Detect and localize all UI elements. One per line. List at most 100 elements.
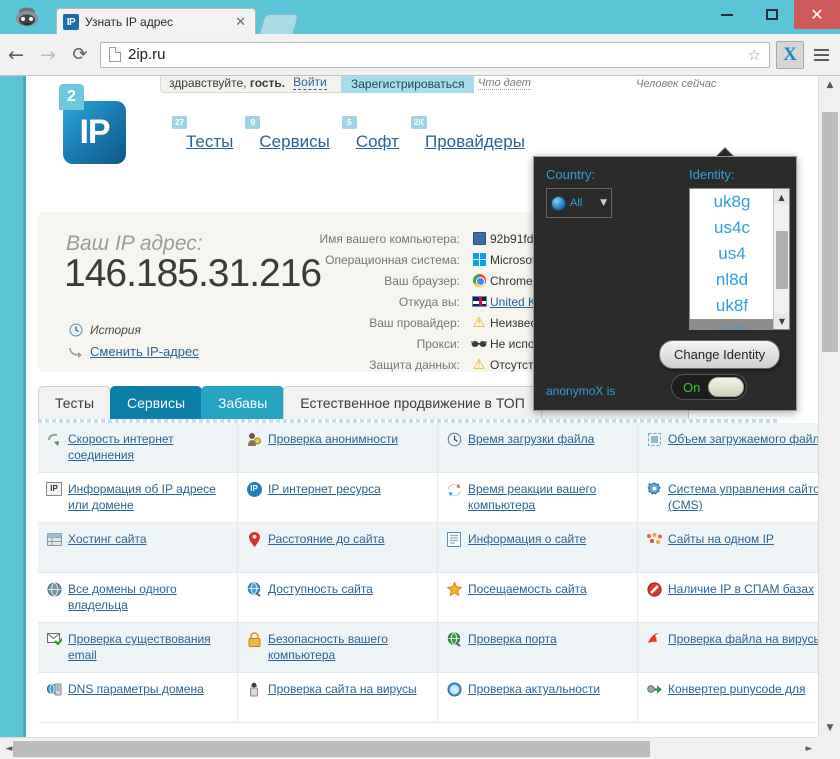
- service-label: Проверка сайта на вирусы: [268, 682, 417, 696]
- horizontal-scrollbar-thumb[interactable]: [13, 741, 650, 757]
- detail-label: Откуда вы:: [398, 294, 460, 309]
- what-gives-link[interactable]: Что дает: [478, 76, 531, 93]
- greeting-text: здравствуйте,: [169, 76, 247, 90]
- horizontal-scrollbar[interactable]: ◄ ►: [0, 737, 818, 759]
- minimize-icon: [720, 13, 733, 16]
- scroll-right-arrow-icon[interactable]: ►: [800, 738, 818, 759]
- nav-item-services[interactable]: 9 Сервисы: [245, 116, 330, 152]
- ip-address-value: 146.185.31.216: [64, 252, 322, 295]
- scroll-down-arrow-icon[interactable]: ▼: [819, 719, 840, 737]
- tab-close-icon[interactable]: ✕: [232, 14, 249, 30]
- identity-list-scrollbar[interactable]: ▲ ▼: [773, 189, 789, 329]
- toggle-state-label: On: [683, 379, 701, 395]
- service-punycode-converter[interactable]: Конвертер punycode для: [638, 673, 838, 723]
- service-hosting[interactable]: Хостинг сайта: [38, 523, 238, 573]
- vertical-scrollbar[interactable]: ▲ ▼: [818, 76, 840, 737]
- service-site-info[interactable]: Информация о сайте: [438, 523, 638, 573]
- page-viewport: здравствуйте, гость. Войти Зарегистриров…: [0, 76, 840, 759]
- minimize-button[interactable]: [704, 0, 749, 29]
- new-tab-button[interactable]: [258, 14, 300, 35]
- maximize-button[interactable]: [749, 0, 794, 29]
- service-reaction-time[interactable]: Время реакции вашего компьютера: [438, 473, 638, 523]
- service-dns-params[interactable]: DNS параметры домена: [38, 673, 238, 723]
- service-file-virus-check[interactable]: Проверка файла на вирусы: [638, 623, 838, 673]
- service-file-download-time[interactable]: Время загрузки файла: [438, 423, 638, 473]
- change-identity-button[interactable]: Change Identity: [659, 340, 781, 369]
- tab-services[interactable]: Сервисы: [110, 386, 203, 419]
- identity-list[interactable]: uk8g us4c us4 nl8d uk8f uk8b ▲ ▼: [689, 188, 790, 330]
- service-speed-test[interactable]: Скорость интернет соединения: [38, 423, 238, 473]
- service-anonymity-check[interactable]: Проверка анонимности: [238, 423, 438, 473]
- service-distance[interactable]: Расстояние до сайта: [238, 523, 438, 573]
- forward-button[interactable]: →: [32, 40, 64, 70]
- nav-item-soft[interactable]: 5 Софт: [341, 116, 399, 152]
- service-actuality-check[interactable]: Проверка актуальности: [438, 673, 638, 723]
- nav-link-label: Тесты: [186, 132, 234, 151]
- list-scroll-down-icon[interactable]: ▼: [774, 313, 789, 329]
- nav-badge: 27: [172, 116, 187, 129]
- service-label: Конвертер punycode для: [668, 682, 806, 696]
- identity-item[interactable]: uk8f: [690, 293, 774, 319]
- scroll-up-arrow-icon[interactable]: ▲: [819, 76, 840, 94]
- greeting-username: гость.: [249, 76, 286, 90]
- anonymox-extension-button[interactable]: X: [776, 40, 804, 69]
- browser-window: IP Узнать IP адрес ✕ ✕ ← → ⟳ 2ip.ru ☆ X: [0, 0, 840, 759]
- service-availability[interactable]: Доступность сайта: [238, 573, 438, 623]
- history-clock-icon: [68, 322, 83, 337]
- service-ip-domain-info[interactable]: IP Информация об IP адресе или домене: [38, 473, 238, 523]
- people-online-text: Человек сейчас: [636, 78, 717, 90]
- change-ip-link[interactable]: Сменить IP-адрес: [90, 344, 199, 359]
- identity-item[interactable]: us4: [690, 241, 774, 267]
- service-spam-databases[interactable]: Наличие IP в СПАМ базах: [638, 573, 838, 623]
- login-link[interactable]: Войти: [293, 76, 327, 90]
- sites-one-ip-icon: [646, 531, 662, 547]
- service-cms[interactable]: Система управления сайтом (CMS): [638, 473, 838, 523]
- service-owner-domains[interactable]: Все домены одного владельца: [38, 573, 238, 623]
- reload-button[interactable]: ⟳: [64, 40, 96, 70]
- service-sites-on-one-ip[interactable]: Сайты на одном IP: [638, 523, 838, 573]
- grid-row: Хостинг сайта Расстояние до сайта Информ…: [38, 523, 838, 573]
- change-ip-row[interactable]: Сменить IP-адрес: [68, 344, 199, 359]
- browser-tab[interactable]: IP Узнать IP адрес ✕: [56, 8, 256, 35]
- list-scrollbar-thumb[interactable]: [776, 231, 788, 289]
- toggle-knob[interactable]: [708, 377, 744, 397]
- identity-item[interactable]: uk8g: [690, 189, 774, 215]
- history-row[interactable]: История: [68, 322, 199, 337]
- anonymox-toggle[interactable]: On: [671, 374, 747, 400]
- nav-item-providers[interactable]: 2K Провайдеры: [410, 116, 525, 152]
- chrome-menu-button[interactable]: [808, 40, 834, 70]
- nav-item-tests[interactable]: 27 Тесты: [172, 116, 234, 152]
- service-email-check[interactable]: Проверка существования email: [38, 623, 238, 673]
- service-computer-security[interactable]: Безопасность вашего компьютера: [238, 623, 438, 673]
- tab-promotion[interactable]: Естественное продвижение в ТОП: [283, 386, 542, 419]
- tab-fun[interactable]: Забавы: [201, 386, 285, 419]
- proxy-glasses-icon: [468, 339, 490, 348]
- services-grid: Скорость интернет соединения Проверка ан…: [38, 423, 838, 723]
- history-label: История: [90, 322, 141, 337]
- bookmark-star-icon[interactable]: ☆: [748, 46, 765, 64]
- close-button[interactable]: ✕: [794, 0, 840, 29]
- service-attendance[interactable]: Посещаемость сайта: [438, 573, 638, 623]
- service-file-volume[interactable]: Объем загружаемого файла: [638, 423, 838, 473]
- grid-row: IP Информация об IP адресе или домене IP…: [38, 473, 838, 523]
- address-bar[interactable]: 2ip.ru ☆: [100, 41, 770, 68]
- vertical-scrollbar-thumb[interactable]: [822, 112, 838, 352]
- service-site-virus-check[interactable]: Проверка сайта на вирусы: [238, 673, 438, 723]
- map-pin-icon: [246, 531, 262, 547]
- domains-owner-icon: [46, 581, 62, 597]
- site-logo[interactable]: 2 IP: [59, 84, 126, 164]
- identity-item[interactable]: us4c: [690, 215, 774, 241]
- register-button[interactable]: Зарегистрироваться: [341, 76, 475, 93]
- service-port-check[interactable]: Проверка порта: [438, 623, 638, 673]
- identity-item-selected[interactable]: uk8b: [690, 319, 774, 329]
- service-label: Объем загружаемого файла: [668, 432, 827, 446]
- country-select[interactable]: All ▼: [546, 188, 612, 218]
- tab-tests[interactable]: Тесты: [38, 386, 112, 419]
- grid-row: DNS параметры домена Проверка сайта на в…: [38, 673, 838, 723]
- detail-value[interactable]: United K: [490, 295, 536, 309]
- hosting-server-icon: [46, 531, 62, 547]
- identity-item[interactable]: nl8d: [690, 267, 774, 293]
- back-button[interactable]: ←: [0, 40, 32, 70]
- list-scroll-up-icon[interactable]: ▲: [774, 189, 789, 205]
- service-ip-of-resource[interactable]: IP IP интернет ресурса: [238, 473, 438, 523]
